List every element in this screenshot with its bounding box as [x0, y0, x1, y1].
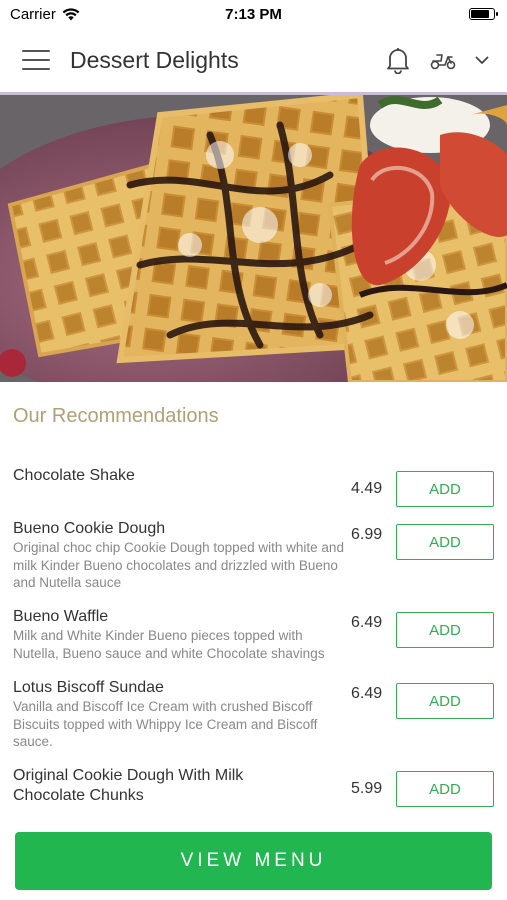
item-name: Chocolate Shake: [13, 467, 135, 484]
list-item: Bueno Waffle Milk and White Kinder Bueno…: [0, 607, 507, 678]
item-price: 5.99: [351, 780, 383, 797]
item-price: 6.49: [351, 614, 383, 631]
add-button[interactable]: ADD: [396, 771, 494, 807]
add-button[interactable]: ADD: [396, 471, 494, 507]
battery-icon: [469, 8, 498, 20]
item-name: Original Cookie Dough With Milk Chocolat…: [13, 767, 244, 804]
item-description: Milk and White Kinder Bueno pieces toppe…: [13, 628, 325, 661]
view-menu-button[interactable]: VIEW MENU: [15, 832, 492, 890]
add-button[interactable]: ADD: [396, 683, 494, 719]
item-name: Lotus Biscoff Sundae: [13, 679, 164, 696]
item-name: Bueno Cookie Dough: [13, 520, 166, 537]
add-button[interactable]: ADD: [396, 524, 494, 560]
status-bar: Carrier 7:13 PM: [0, 0, 507, 28]
list-item: Original Cookie Dough With Milk Chocolat…: [0, 766, 507, 816]
list-item: Bueno Cookie Dough Original choc chip Co…: [0, 519, 507, 607]
page-title: Dessert Delights: [70, 46, 239, 73]
chevron-down-icon[interactable]: [475, 56, 489, 65]
list-item: Chocolate Shake 4.49 ADD: [0, 466, 507, 519]
item-price: 6.49: [351, 685, 383, 702]
battery-fill: [471, 10, 489, 18]
item-description: Original choc chip Cookie Dough topped w…: [13, 540, 344, 590]
scooter-icon[interactable]: [429, 49, 457, 71]
hero-waffle-image: [0, 95, 507, 382]
bell-icon[interactable]: [385, 46, 411, 74]
item-price: 6.99: [351, 526, 383, 543]
recommendations-list: Chocolate Shake 4.49 ADD Bueno Cookie Do…: [0, 466, 507, 816]
item-name: Bueno Waffle: [13, 608, 109, 625]
list-item: Lotus Biscoff Sundae Vanilla and Biscoff…: [0, 678, 507, 766]
item-description: Vanilla and Biscoff Ice Cream with crush…: [13, 699, 318, 749]
section-title: Our Recommendations: [13, 405, 219, 427]
hamburger-menu-icon[interactable]: [22, 50, 50, 70]
app-header: Dessert Delights: [0, 28, 507, 92]
item-price: 4.49: [351, 480, 383, 497]
add-button[interactable]: ADD: [396, 612, 494, 648]
status-time: 7:13 PM: [225, 5, 282, 23]
